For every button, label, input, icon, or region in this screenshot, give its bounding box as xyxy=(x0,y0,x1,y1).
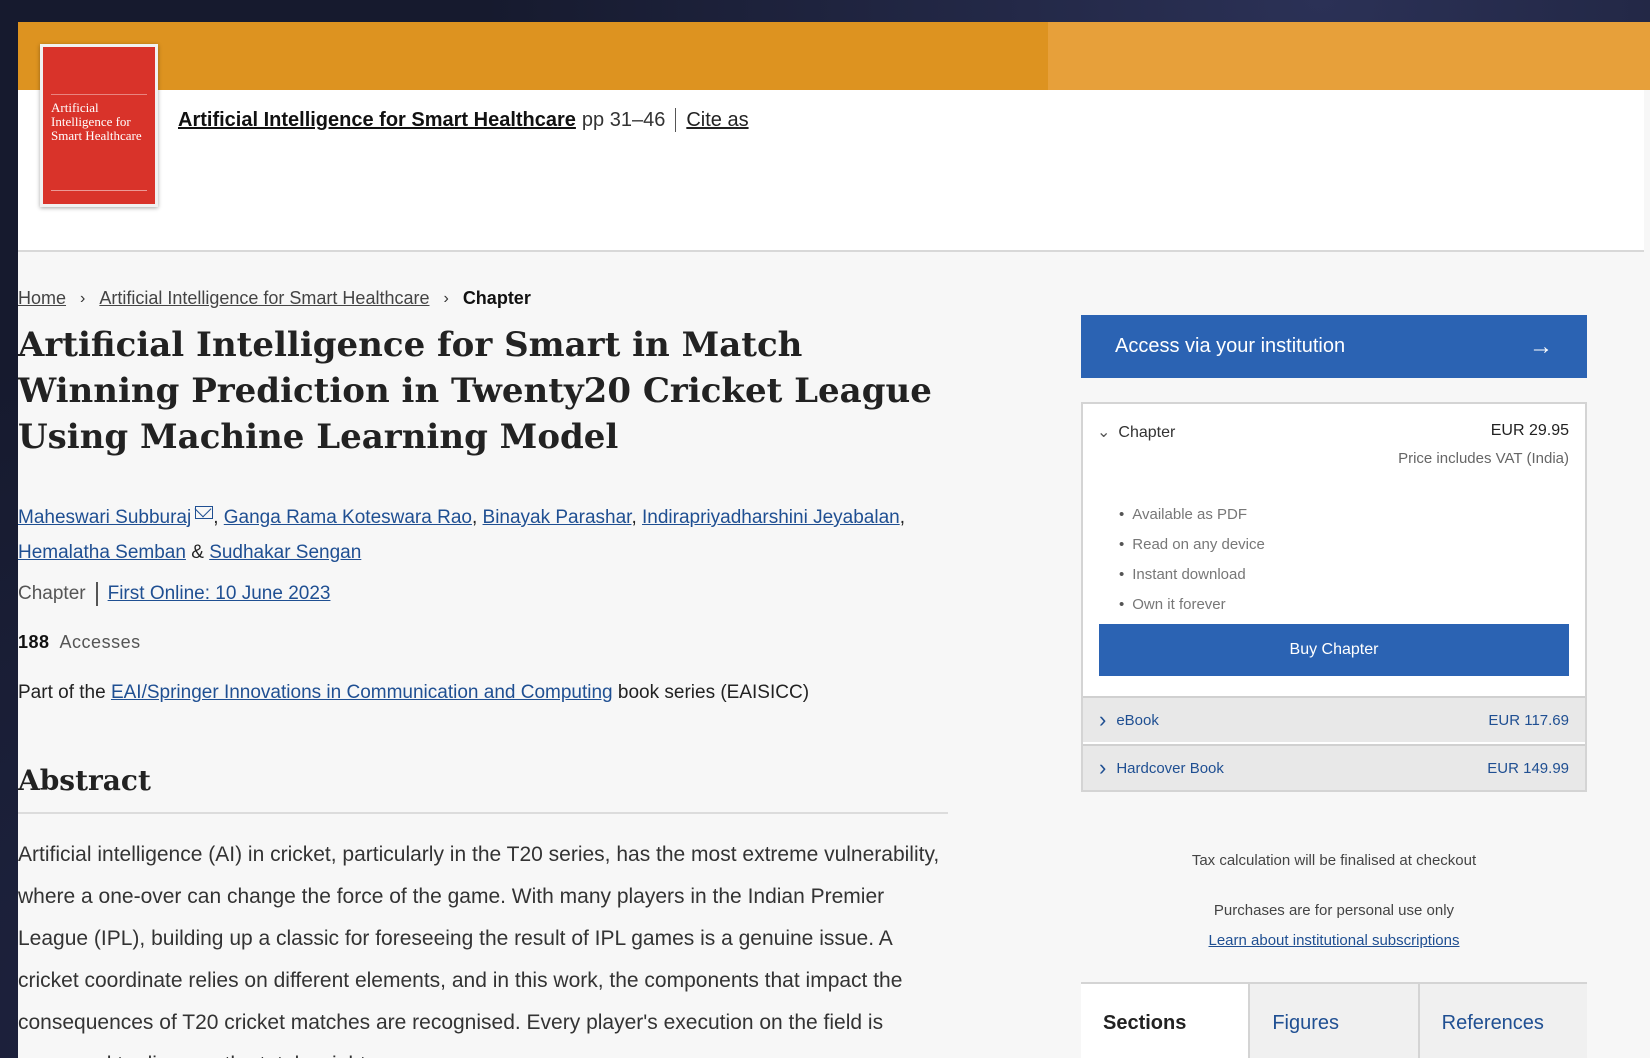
access-button-label: Access via your institution xyxy=(1115,335,1346,357)
divider xyxy=(675,108,677,132)
breadcrumb-home[interactable]: Home xyxy=(18,288,66,309)
content-type: Chapter xyxy=(18,583,86,604)
cover-title: Artificial Intelligence for Smart Health… xyxy=(51,100,142,143)
institutional-subscriptions-link[interactable]: Learn about institutional subscriptions xyxy=(1081,932,1587,949)
abstract-heading: Abstract xyxy=(18,764,151,797)
option-price: EUR 117.69 xyxy=(1488,711,1569,729)
series-link[interactable]: EAI/Springer Innovations in Communicatio… xyxy=(111,682,613,703)
chapter-toggle[interactable]: ⌄ Chapter xyxy=(1097,422,1175,442)
book-cover[interactable]: Artificial Intelligence for Smart Health… xyxy=(40,44,158,207)
buy-chapter-button[interactable]: Buy Chapter xyxy=(1099,624,1569,676)
feature-list: Available as PDF Read on any device Inst… xyxy=(1119,500,1265,620)
option-label: eBook xyxy=(1099,707,1159,733)
first-online-link[interactable]: First Online: 10 June 2023 xyxy=(108,583,331,605)
chapter-label: Chapter xyxy=(1118,424,1176,441)
breadcrumb: Home › Artificial Intelligence for Smart… xyxy=(18,288,531,309)
author-link[interactable]: Ganga Rama Koteswara Rao xyxy=(224,507,472,528)
tab-figures[interactable]: Figures xyxy=(1250,984,1420,1058)
accesses-count: 188 xyxy=(18,632,50,652)
author-link[interactable]: Maheswari Subburaj xyxy=(18,507,191,528)
author-link[interactable]: Hemalatha Semban xyxy=(18,542,186,563)
list-item: Read on any device xyxy=(1119,530,1265,560)
author-list: Maheswari Subburaj, Ganga Rama Koteswara… xyxy=(18,506,905,563)
article-meta: Chapter First Online: 10 June 2023 xyxy=(18,582,330,606)
option-price: EUR 149.99 xyxy=(1487,759,1569,777)
abstract-text: Artificial intelligence (AI) in cricket,… xyxy=(18,843,940,1058)
purchase-box: ⌄ Chapter EUR 29.95 Price includes VAT (I… xyxy=(1081,402,1587,792)
chevron-right-icon: › xyxy=(80,289,86,307)
series-suffix: book series (EAISICC) xyxy=(617,682,810,703)
ampersand: & xyxy=(191,542,204,563)
accesses-metric: 188 Accesses xyxy=(18,632,141,653)
divider xyxy=(95,582,98,606)
hardcover-option[interactable]: Hardcover Book EUR 149.99 xyxy=(1083,744,1585,790)
ebook-option[interactable]: eBook EUR 117.69 xyxy=(1083,696,1585,742)
option-label: Hardcover Book xyxy=(1099,755,1224,781)
page-range: pp 31–46 xyxy=(581,108,666,131)
series-prefix: Part of the xyxy=(18,682,106,703)
sidebar-tabs: Sections Figures References xyxy=(1081,982,1587,1058)
chevron-down-icon: ⌄ xyxy=(1097,424,1111,441)
tab-sections[interactable]: Sections xyxy=(1081,984,1251,1058)
tax-note: Tax calculation will be finalised at che… xyxy=(1191,852,1477,869)
series-info: Part of the EAI/Springer Innovations in … xyxy=(18,682,809,704)
header-bar xyxy=(18,22,1650,90)
chapter-price: EUR 29.95 xyxy=(1490,422,1569,439)
list-item: Available as PDF xyxy=(1119,500,1265,530)
tab-references[interactable]: References xyxy=(1419,984,1587,1058)
author-link[interactable]: Binayak Parashar xyxy=(483,507,632,528)
chevron-right-icon: › xyxy=(443,289,449,307)
divider xyxy=(18,812,948,814)
vat-note: Price includes VAT (India) xyxy=(1398,450,1569,467)
author-link[interactable]: Indirapriyadharshini Jeyabalan xyxy=(642,507,900,528)
book-title-link[interactable]: Artificial Intelligence for Smart Health… xyxy=(178,109,576,132)
breadcrumb-book[interactable]: Artificial Intelligence for Smart Health… xyxy=(99,288,429,309)
mail-icon[interactable] xyxy=(195,506,214,519)
accesses-label: Accesses xyxy=(59,632,141,652)
author-link[interactable]: Sudhakar Sengan xyxy=(209,542,361,563)
breadcrumb-current: Chapter xyxy=(462,288,531,308)
cite-as-link[interactable]: Cite as xyxy=(686,109,748,132)
list-item: Instant download xyxy=(1119,560,1265,590)
page-title: Artificial Intelligence for Smart in Mat… xyxy=(18,325,932,457)
access-institution-button[interactable]: Access via your institution → xyxy=(1081,315,1587,378)
book-info-line: Artificial Intelligence for Smart Health… xyxy=(178,108,749,132)
personal-use-note: Purchases are for personal use only xyxy=(1213,902,1455,919)
springer-page: Artificial Intelligence for Smart Health… xyxy=(18,22,1650,1058)
arrow-right-icon: → xyxy=(1529,332,1553,360)
list-item: Own it forever xyxy=(1119,590,1265,620)
